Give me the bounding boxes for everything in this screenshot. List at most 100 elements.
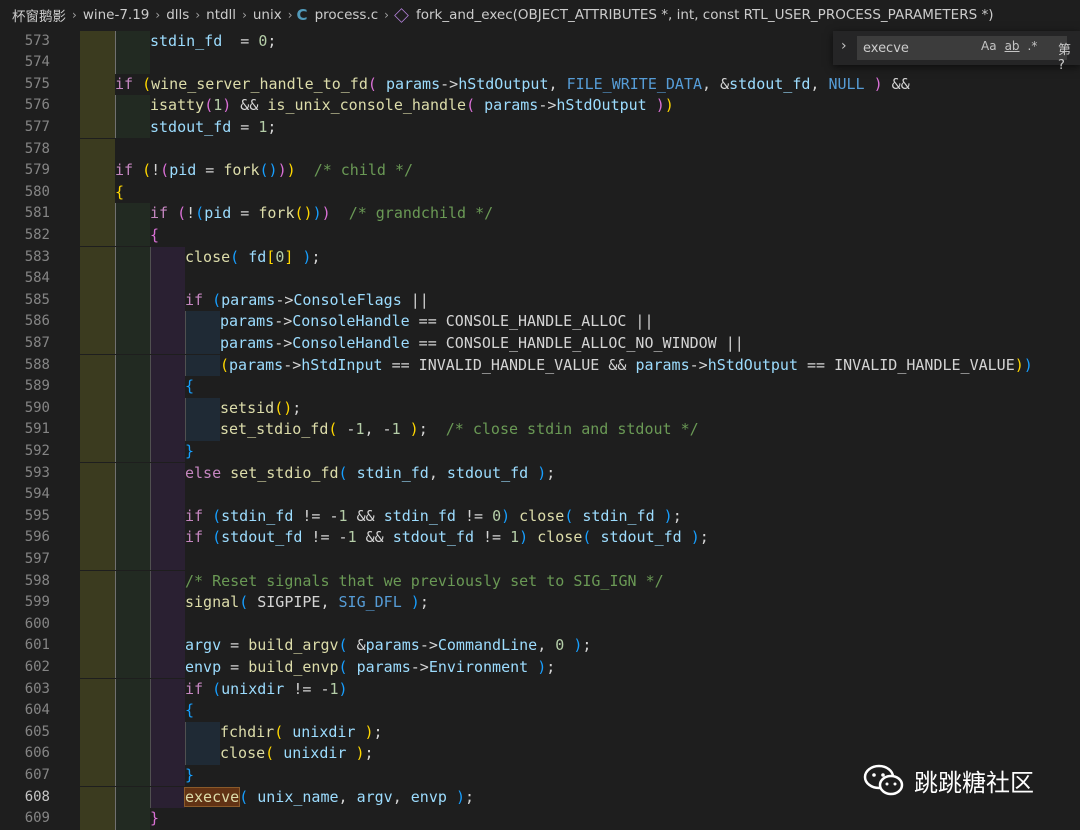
code-token: ;: [699, 528, 709, 547]
line-number: 586: [24, 313, 50, 330]
code-line[interactable]: 599 signal( SIGPIPE, SIG_DFL );: [0, 592, 1080, 614]
code-line[interactable]: 576 isatty(1) && is_unix_console_handle( …: [0, 95, 1080, 117]
code-line[interactable]: 582 {: [0, 224, 1080, 247]
code-line[interactable]: 601 argv = build_argv( &params->CommandLi…: [0, 635, 1080, 657]
code-line[interactable]: 580 {: [0, 181, 1080, 204]
code-line[interactable]: 602 envp = build_envp( params->Environmen…: [0, 656, 1080, 679]
breadcrumb-item[interactable]: 杯窗鹅影: [10, 5, 68, 25]
code-token: params: [484, 96, 539, 115]
indent-guide: [115, 52, 150, 74]
code-line[interactable]: 593 else set_stdio_fd( stdin_fd, stdout_f…: [0, 462, 1080, 485]
code-token: =: [231, 204, 259, 223]
indent-guide: [80, 570, 115, 593]
indent-guide-line: [150, 484, 151, 506]
code-line[interactable]: 584: [0, 268, 1080, 290]
code-line[interactable]: 581 if (!(pid = fork())) /* grandchild */: [0, 203, 1080, 225]
code-line[interactable]: 578: [0, 138, 1080, 161]
chevron-right-icon: ›: [287, 8, 293, 22]
code-line[interactable]: 604 {: [0, 700, 1080, 722]
code-line[interactable]: 609}: [0, 808, 1080, 830]
code-line[interactable]: 583 close( fd[0] );: [0, 246, 1080, 269]
breadcrumb-item[interactable]: ntdll: [204, 7, 238, 23]
code-line[interactable]: 590 setsid();: [0, 397, 1080, 420]
code-text: (params->hStdInput == INVALID_HANDLE_VAL…: [220, 355, 1033, 377]
code-line[interactable]: 595 if (stdin_fd != -1 && stdin_fd != 0) …: [0, 505, 1080, 528]
indent-guide: [115, 224, 150, 247]
code-token: set_stdio_fd: [220, 420, 329, 439]
code-token: stdin_fd: [356, 463, 429, 482]
code-line[interactable]: 589 {: [0, 376, 1080, 398]
breadcrumb-item[interactable]: wine-7.19: [81, 7, 152, 23]
breadcrumb-item[interactable]: dlls: [164, 7, 191, 23]
indent-guide-line: [150, 743, 151, 765]
indent-guide-line: [115, 376, 116, 398]
indent-guide-line: [150, 570, 151, 593]
code-token: ): [338, 679, 348, 698]
code-line[interactable]: 579 if (!(pid = fork())) /* child */: [0, 160, 1080, 182]
code-token: params: [635, 355, 690, 374]
code-line[interactable]: 605 fchdir( unixdir );: [0, 721, 1080, 744]
code-token: ): [455, 787, 465, 806]
code-editor[interactable]: 573 stdin_fd = 0; 574 575 if (wine_server_ha…: [0, 30, 1080, 830]
code-token: !: [186, 204, 196, 223]
indent-guide-line: [185, 397, 186, 420]
code-line[interactable]: 597: [0, 548, 1080, 571]
code-token: /* grandchild */: [348, 204, 494, 223]
code-token: if: [185, 290, 204, 309]
code-token: (: [204, 96, 214, 115]
line-number: 601: [24, 637, 50, 654]
indent-guide: [150, 613, 185, 636]
code-token: (: [265, 744, 275, 763]
code-line[interactable]: 600: [0, 613, 1080, 636]
indent-guide: [115, 721, 150, 744]
code-token: unixdir: [292, 722, 356, 741]
indent-guide: [150, 462, 185, 485]
code-line[interactable]: 577 stdout_fd = 1;: [0, 116, 1080, 139]
code-token: argv: [356, 787, 393, 806]
code-line[interactable]: 592}: [0, 440, 1080, 463]
whole-word-button[interactable]: ab: [1005, 39, 1020, 53]
line-number: 607: [24, 766, 50, 783]
match-case-button[interactable]: Aa: [981, 39, 997, 53]
code-token: close: [220, 744, 266, 763]
indent-guide: [80, 743, 115, 765]
code-line[interactable]: 585 if (params->ConsoleFlags ||: [0, 289, 1080, 312]
indent-guide-line: [150, 635, 151, 657]
code-token: ): [873, 74, 883, 93]
indent-guide-line: [115, 700, 116, 722]
breadcrumb-item[interactable]: unix: [251, 7, 284, 23]
code-token: argv: [185, 636, 222, 655]
breadcrumb-item[interactable]: process.c: [313, 7, 381, 23]
code-token: &&: [882, 74, 910, 93]
line-number: 596: [24, 529, 50, 546]
code-line[interactable]: 586 params->ConsoleHandle == CONSOLE_HAND…: [0, 311, 1080, 333]
code-token: != -: [293, 506, 339, 525]
code-line[interactable]: 594: [0, 484, 1080, 506]
code-line[interactable]: 587 params->ConsoleHandle == CONSOLE_HAND…: [0, 332, 1080, 355]
code-line[interactable]: 591 set_stdio_fd( -1, -1 ); /* close stdi…: [0, 419, 1080, 441]
indent-guide-line: [185, 354, 186, 377]
indent-guide-line: [150, 440, 151, 463]
indent-guide: [150, 397, 185, 420]
code-token: == INVALID_HANDLE_VALUE &&: [382, 355, 636, 374]
code-line[interactable]: 603 if (unixdir != -1): [0, 678, 1080, 701]
chevron-right-icon[interactable]: ›: [841, 38, 847, 54]
line-number: 576: [24, 97, 50, 114]
regex-button[interactable]: .*: [1028, 39, 1038, 53]
indent-guide: [80, 181, 115, 204]
line-number: 598: [24, 572, 50, 589]
code-line[interactable]: 596 if (stdout_fd != -1 && stdout_fd != 1…: [0, 527, 1080, 549]
code-token: ConsoleHandle: [292, 312, 410, 331]
indent-guide: [115, 743, 150, 765]
indent-guide: [80, 613, 115, 636]
code-line[interactable]: 598 /* Reset signals that we previously s…: [0, 570, 1080, 593]
indent-guide: [115, 656, 150, 679]
code-line[interactable]: 575 if (wine_server_handle_to_fd( params-…: [0, 73, 1080, 96]
code-line[interactable]: 588 (params->hStdInput == INVALID_HANDLE_…: [0, 354, 1080, 377]
code-token: hStdInput: [301, 355, 383, 374]
breadcrumb-symbol[interactable]: fork_and_exec(OBJECT_ATTRIBUTES *, int, …: [414, 7, 996, 23]
